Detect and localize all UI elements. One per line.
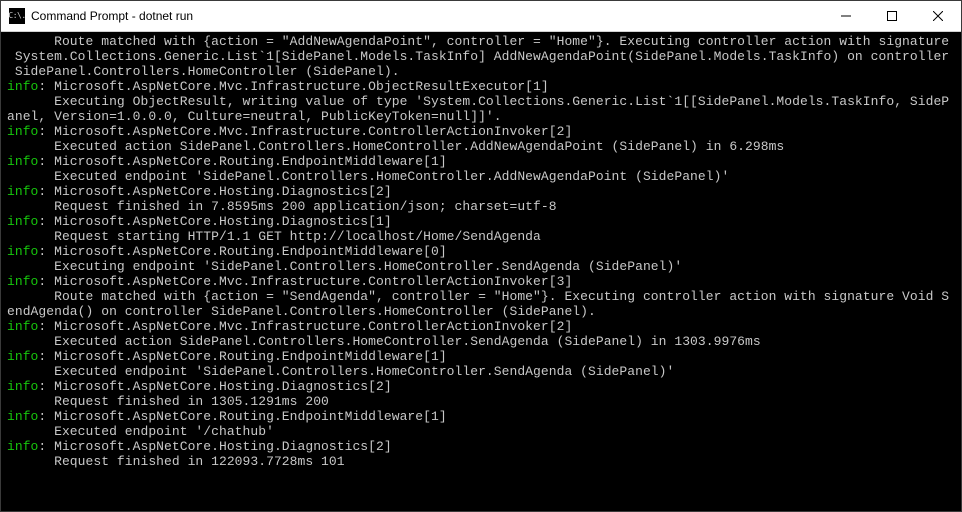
log-level-info: info [7, 79, 38, 94]
log-line: : Microsoft.AspNetCore.Routing.EndpointM… [38, 154, 446, 169]
log-line: Route matched with {action = "SendAgenda… [7, 289, 949, 304]
maximize-button[interactable] [869, 1, 915, 31]
minimize-icon [841, 11, 851, 21]
titlebar[interactable]: C:\. Command Prompt - dotnet run [1, 1, 961, 32]
log-level-info: info [7, 274, 38, 289]
log-line: : Microsoft.AspNetCore.Mvc.Infrastructur… [38, 79, 548, 94]
command-prompt-window: C:\. Command Prompt - dotnet run Route m… [0, 0, 962, 512]
log-level-info: info [7, 409, 38, 424]
log-line: : Microsoft.AspNetCore.Routing.EndpointM… [38, 349, 446, 364]
log-line: endAgenda() on controller SidePanel.Cont… [7, 304, 596, 319]
log-line: Request starting HTTP/1.1 GET http://loc… [7, 229, 541, 244]
minimize-button[interactable] [823, 1, 869, 31]
log-line: Executed endpoint '/chathub' [7, 424, 274, 439]
log-line: Executed action SidePanel.Controllers.Ho… [7, 334, 761, 349]
log-line: Executing endpoint 'SidePanel.Controller… [7, 259, 682, 274]
log-line: SidePanel.Controllers.HomeController (Si… [7, 64, 400, 79]
log-line: : Microsoft.AspNetCore.Routing.EndpointM… [38, 409, 446, 424]
log-level-info: info [7, 244, 38, 259]
log-line: : Microsoft.AspNetCore.Hosting.Diagnosti… [38, 214, 391, 229]
close-icon [933, 11, 943, 21]
log-line: : Microsoft.AspNetCore.Mvc.Infrastructur… [38, 319, 572, 334]
log-level-info: info [7, 154, 38, 169]
log-line: Request finished in 1305.1291ms 200 [7, 394, 329, 409]
log-line: Request finished in 122093.7728ms 101 [7, 454, 345, 469]
log-level-info: info [7, 214, 38, 229]
log-line: anel, Version=1.0.0.0, Culture=neutral, … [7, 109, 502, 124]
log-line: : Microsoft.AspNetCore.Mvc.Infrastructur… [38, 274, 572, 289]
log-line: : Microsoft.AspNetCore.Mvc.Infrastructur… [38, 124, 572, 139]
window-title: Command Prompt - dotnet run [31, 9, 823, 23]
log-line: : Microsoft.AspNetCore.Hosting.Diagnosti… [38, 379, 391, 394]
terminal-output[interactable]: Route matched with {action = "AddNewAgen… [1, 32, 961, 511]
log-line: : Microsoft.AspNetCore.Hosting.Diagnosti… [38, 439, 391, 454]
maximize-icon [887, 11, 897, 21]
log-level-info: info [7, 349, 38, 364]
log-line: Request finished in 7.8595ms 200 applica… [7, 199, 557, 214]
log-level-info: info [7, 124, 38, 139]
cmd-icon: C:\. [9, 8, 25, 24]
log-line: Executed endpoint 'SidePanel.Controllers… [7, 169, 729, 184]
log-line: : Microsoft.AspNetCore.Hosting.Diagnosti… [38, 184, 391, 199]
window-controls [823, 1, 961, 31]
log-line: Executed action SidePanel.Controllers.Ho… [7, 139, 784, 154]
log-line: Route matched with {action = "AddNewAgen… [7, 34, 949, 49]
log-level-info: info [7, 184, 38, 199]
log-line: System.Collections.Generic.List`1[SidePa… [7, 49, 949, 64]
log-line: Executed endpoint 'SidePanel.Controllers… [7, 364, 674, 379]
log-line: : Microsoft.AspNetCore.Routing.EndpointM… [38, 244, 446, 259]
log-line: Executing ObjectResult, writing value of… [7, 94, 949, 109]
log-level-info: info [7, 439, 38, 454]
cmd-icon-text: C:\. [8, 12, 25, 20]
close-button[interactable] [915, 1, 961, 31]
log-level-info: info [7, 379, 38, 394]
log-level-info: info [7, 319, 38, 334]
